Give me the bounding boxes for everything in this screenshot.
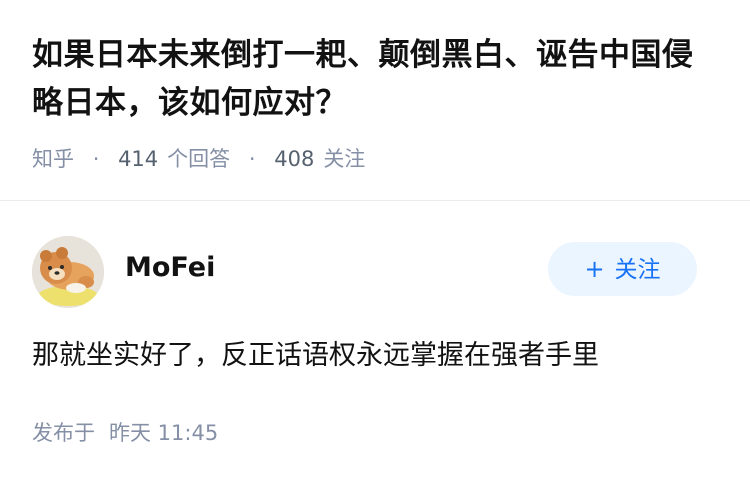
followers-count: 408 [274, 147, 315, 171]
meta-separator: · [248, 147, 256, 171]
source-label[interactable]: 知乎 [32, 147, 74, 171]
question-meta: 知乎 · 414 个回答 · 408 关注 [32, 142, 365, 176]
published-label: 发布于 [32, 421, 95, 445]
follow-button[interactable]: + 关注 [548, 242, 697, 296]
author-name[interactable]: MoFei [125, 250, 215, 286]
published-time: 昨天 11:45 [109, 421, 219, 445]
answer-timestamp: 发布于 昨天 11:45 [32, 417, 218, 449]
answers-label[interactable]: 个回答 [167, 147, 230, 171]
answer-content[interactable]: 那就坐实好了，反正话语权永远掌握在强者手里 [32, 336, 722, 376]
question-title[interactable]: 如果日本未来倒打一耙、颠倒黑白、诬告中国侵略日本，该如何应对？ [32, 31, 718, 127]
follow-label: 关注 [614, 257, 661, 283]
question-header: 如果日本未来倒打一耙、颠倒黑白、诬告中国侵略日本，该如何应对？ 知乎 · 414… [0, 0, 750, 200]
section-divider [0, 200, 750, 201]
bear-avatar-icon[interactable] [32, 236, 104, 308]
author-row: MoFei + 关注 [0, 228, 750, 312]
meta-separator: · [92, 147, 100, 171]
followers-label: 关注 [323, 147, 366, 171]
answers-count: 414 [118, 147, 159, 171]
plus-icon: + [584, 255, 605, 283]
